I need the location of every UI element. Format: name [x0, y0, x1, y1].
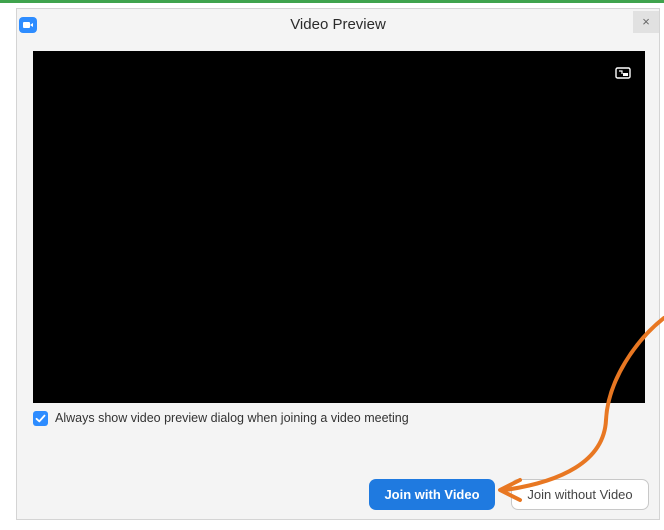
join-with-video-button[interactable]: Join with Video [369, 479, 495, 510]
video-preview-dialog: Video Preview × Always show video previe… [16, 8, 660, 520]
dialog-title: Video Preview [290, 16, 386, 33]
always-show-preview-option[interactable]: Always show video preview dialog when jo… [33, 409, 409, 427]
join-without-video-button[interactable]: Join without Video [511, 479, 649, 510]
always-show-preview-checkbox[interactable] [33, 410, 48, 426]
checkmark-icon [35, 414, 46, 422]
picture-in-picture-icon[interactable] [615, 65, 631, 81]
screen: Video Preview × Always show video previe… [0, 0, 664, 530]
always-show-preview-label: Always show video preview dialog when jo… [55, 411, 409, 425]
close-button[interactable]: × [633, 11, 659, 33]
top-accent-bar [0, 0, 664, 3]
video-preview-area [33, 51, 645, 403]
titlebar[interactable]: Video Preview × [17, 9, 659, 39]
